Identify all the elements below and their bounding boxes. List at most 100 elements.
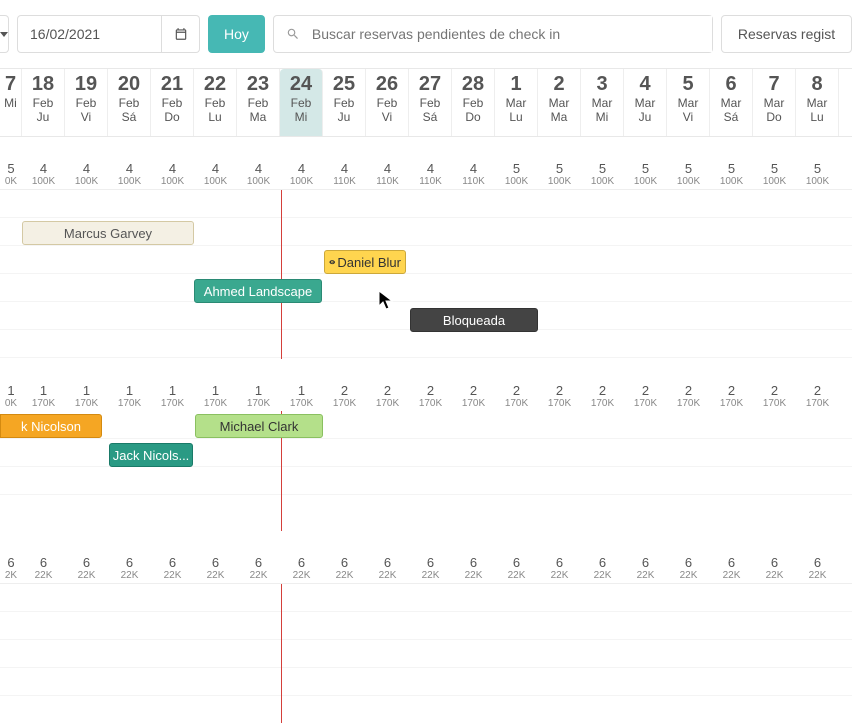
dropdown-toggle[interactable]: [0, 15, 9, 53]
booking-blocked[interactable]: Bloqueada: [410, 308, 538, 332]
availability-cell[interactable]: 5100K: [710, 161, 753, 189]
date-column[interactable]: 25FebJu: [323, 69, 366, 136]
availability-cell[interactable]: 2170K: [452, 383, 495, 411]
booking-nicolson[interactable]: k Nicolson: [0, 414, 102, 438]
date-column[interactable]: 21FebDo: [151, 69, 194, 136]
availability-cell[interactable]: 5100K: [581, 161, 624, 189]
availability-cell[interactable]: 4110K: [323, 161, 366, 189]
date-column[interactable]: 20FebSá: [108, 69, 151, 136]
availability-cell[interactable]: 4100K: [280, 161, 323, 189]
availability-cell[interactable]: 622K: [65, 555, 108, 583]
date-column[interactable]: 7MarDo: [753, 69, 796, 136]
date-column[interactable]: 18FebJu: [22, 69, 65, 136]
date-column[interactable]: 4MarJu: [624, 69, 667, 136]
availability-cell[interactable]: 622K: [22, 555, 65, 583]
availability-cell[interactable]: 622K: [409, 555, 452, 583]
availability-cell[interactable]: 5100K: [796, 161, 839, 189]
availability-cell[interactable]: 1170K: [280, 383, 323, 411]
availability-cell[interactable]: 4110K: [452, 161, 495, 189]
availability-cell[interactable]: 622K: [108, 555, 151, 583]
availability-count: 6: [194, 555, 237, 570]
availability-cell[interactable]: 62K: [0, 555, 22, 583]
availability-cell[interactable]: 2170K: [581, 383, 624, 411]
date-column[interactable]: 26FebVi: [366, 69, 409, 136]
search-input[interactable]: [312, 16, 712, 52]
booking-daniel-blur[interactable]: Daniel Blur: [324, 250, 406, 274]
availability-cell[interactable]: 50K: [0, 161, 22, 189]
availability-cell[interactable]: 1170K: [237, 383, 280, 411]
availability-cell[interactable]: 2170K: [409, 383, 452, 411]
availability-cell[interactable]: 4100K: [22, 161, 65, 189]
availability-cell[interactable]: 2170K: [710, 383, 753, 411]
availability-cell[interactable]: 622K: [753, 555, 796, 583]
date-column[interactable]: 6MarSá: [710, 69, 753, 136]
availability-cell[interactable]: 5100K: [667, 161, 710, 189]
availability-cell[interactable]: 2170K: [495, 383, 538, 411]
calendar-button[interactable]: [162, 15, 200, 53]
search-icon-container: [274, 27, 312, 41]
availability-cell[interactable]: 5100K: [495, 161, 538, 189]
availability-cell[interactable]: 622K: [538, 555, 581, 583]
booking-marcus-garvey[interactable]: Marcus Garvey: [22, 221, 194, 245]
date-column[interactable]: 1MarLu: [495, 69, 538, 136]
availability-cell[interactable]: 1170K: [65, 383, 108, 411]
today-button[interactable]: Hoy: [208, 15, 265, 53]
availability-cell[interactable]: 1170K: [22, 383, 65, 411]
availability-cell[interactable]: 622K: [624, 555, 667, 583]
date-column[interactable]: 2MarMa: [538, 69, 581, 136]
availability-cell[interactable]: 2170K: [667, 383, 710, 411]
availability-cell[interactable]: 2170K: [538, 383, 581, 411]
availability-cell[interactable]: 4100K: [65, 161, 108, 189]
availability-cell[interactable]: 2170K: [366, 383, 409, 411]
date-column[interactable]: 23FebMa: [237, 69, 280, 136]
date-column[interactable]: 22FebLu: [194, 69, 237, 136]
availability-cell[interactable]: 4110K: [409, 161, 452, 189]
availability-cell[interactable]: 5100K: [753, 161, 796, 189]
availability-count: 6: [495, 555, 538, 570]
date-column[interactable]: 28FebDo: [452, 69, 495, 136]
date-column[interactable]: 24FebMi: [280, 69, 323, 136]
availability-cell[interactable]: 4100K: [108, 161, 151, 189]
date-column[interactable]: 27FebSá: [409, 69, 452, 136]
availability-cell[interactable]: 622K: [237, 555, 280, 583]
availability-cell[interactable]: 622K: [323, 555, 366, 583]
registered-reservations-button[interactable]: Reservas regist: [721, 15, 852, 53]
availability-cell[interactable]: 622K: [452, 555, 495, 583]
availability-cell[interactable]: 2170K: [796, 383, 839, 411]
date-input[interactable]: [17, 15, 162, 53]
availability-cell[interactable]: 1170K: [108, 383, 151, 411]
availability-cell[interactable]: 4110K: [366, 161, 409, 189]
search-field[interactable]: [273, 15, 713, 53]
availability-cell[interactable]: 5100K: [624, 161, 667, 189]
timeline-1: Marcus Garvey Daniel Blur Ahmed Landscap…: [0, 189, 852, 359]
availability-cell[interactable]: 4100K: [151, 161, 194, 189]
date-column[interactable]: 8MarLu: [796, 69, 839, 136]
availability-cell[interactable]: 622K: [280, 555, 323, 583]
booking-jack-nicols[interactable]: Jack Nicols...: [109, 443, 193, 467]
availability-cell[interactable]: 4100K: [194, 161, 237, 189]
availability-cell[interactable]: 5100K: [538, 161, 581, 189]
availability-cell[interactable]: 2170K: [624, 383, 667, 411]
availability-cell[interactable]: 622K: [366, 555, 409, 583]
date-day-number: 7: [753, 73, 795, 96]
availability-cell[interactable]: 622K: [710, 555, 753, 583]
availability-cell[interactable]: 1170K: [151, 383, 194, 411]
price-label: 100K: [108, 176, 151, 187]
date-column[interactable]: 3MarMi: [581, 69, 624, 136]
availability-cell[interactable]: 1170K: [194, 383, 237, 411]
booking-ahmed-landscape[interactable]: Ahmed Landscape: [194, 279, 322, 303]
date-column[interactable]: 7Mi: [0, 69, 22, 136]
availability-cell[interactable]: 622K: [495, 555, 538, 583]
date-column[interactable]: 19FebVi: [65, 69, 108, 136]
availability-cell[interactable]: 622K: [796, 555, 839, 583]
booking-michael-clark[interactable]: Michael Clark: [195, 414, 323, 438]
availability-cell[interactable]: 622K: [667, 555, 710, 583]
availability-cell[interactable]: 622K: [151, 555, 194, 583]
availability-cell[interactable]: 4100K: [237, 161, 280, 189]
availability-cell[interactable]: 2170K: [753, 383, 796, 411]
availability-cell[interactable]: 622K: [194, 555, 237, 583]
availability-cell[interactable]: 10K: [0, 383, 22, 411]
availability-cell[interactable]: 622K: [581, 555, 624, 583]
availability-cell[interactable]: 2170K: [323, 383, 366, 411]
date-column[interactable]: 5MarVi: [667, 69, 710, 136]
